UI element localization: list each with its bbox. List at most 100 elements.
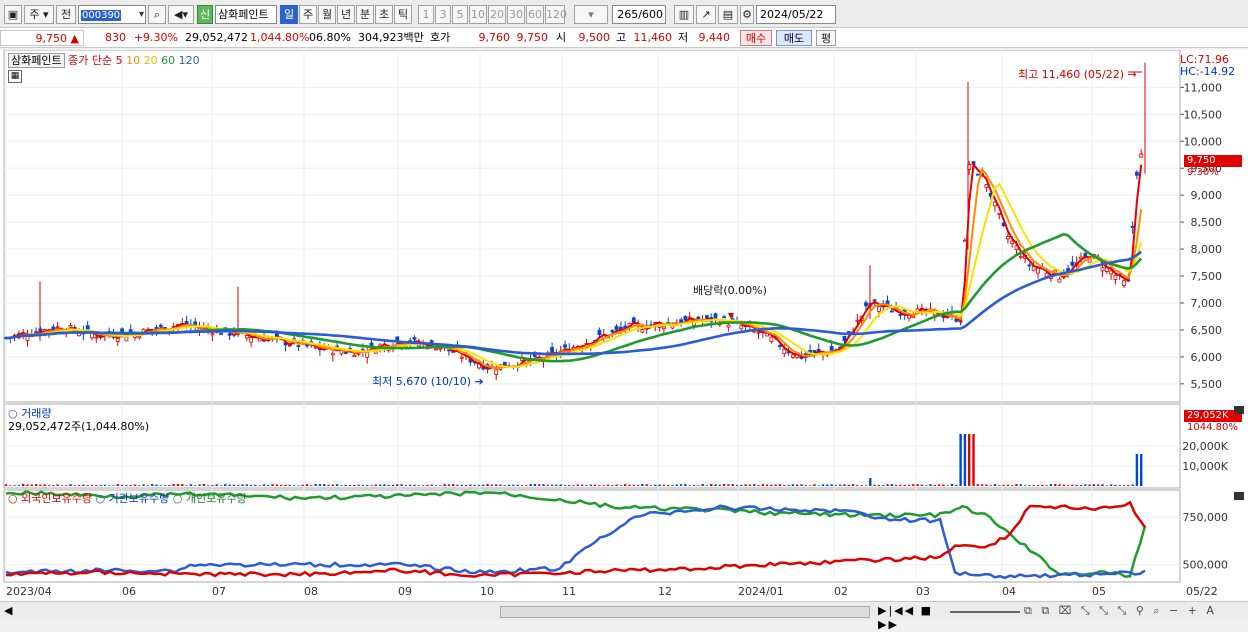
volume-bar (267, 485, 270, 486)
chart-tools[interactable]: ⧉ ⧉ ⌧ ⤡ ⤡ ⤡ ⚲ ⌕ − + A (1024, 604, 1244, 620)
candle-body (963, 239, 967, 242)
zoom-slider[interactable] (950, 611, 1020, 613)
volume-bar (258, 485, 261, 486)
interval-tab-5[interactable]: 5 (452, 5, 468, 24)
volume-bar (722, 484, 726, 486)
volume-bar (443, 484, 446, 486)
interval-tab-1[interactable]: 1 (418, 5, 434, 24)
candle-body (997, 212, 1002, 215)
interval-tab-3[interactable]: 3 (435, 5, 451, 24)
volume-bar (108, 485, 111, 486)
horizontal-scrollbar[interactable] (500, 606, 870, 618)
volume-bar (86, 485, 89, 486)
candle-body (94, 336, 99, 339)
sell-button[interactable]: 매도 (776, 30, 812, 46)
draw-icon[interactable]: ↗ (696, 5, 716, 24)
volume-bar (473, 484, 476, 486)
volume-bar (963, 434, 967, 486)
market-select[interactable]: 주 ▾ (24, 5, 54, 24)
candle-body (249, 337, 254, 343)
price-value: 9,750 (35, 32, 68, 45)
period-tab-2[interactable]: 월 (318, 5, 336, 24)
volume-bar (512, 484, 515, 486)
volume-bar (667, 484, 670, 486)
volume-value: 29,052,472 (185, 31, 248, 44)
date-input[interactable]: 2024/05/22▦ (756, 5, 836, 38)
volume-bar (13, 485, 16, 486)
volume-bar (765, 484, 769, 486)
candle-body (984, 184, 989, 188)
month-label: 10 (480, 585, 494, 598)
interval-tab-30[interactable]: 30 (507, 5, 525, 24)
volume-bar (112, 485, 115, 486)
volume-panel-close-icon[interactable] (1234, 406, 1244, 414)
interval-custom-select[interactable]: ▾ (574, 5, 608, 24)
month-label: 04 (1002, 585, 1016, 598)
interval-tab-10[interactable]: 10 (469, 5, 487, 24)
price-legend: 삼화페인트 종가 단순 5 10 20 60 120 (8, 52, 200, 68)
volume-bar (413, 484, 416, 486)
holding-tick-label: 750,000 (1183, 511, 1229, 524)
window-icon[interactable]: ▣ (4, 5, 22, 24)
interval-tab-60[interactable]: 60 (526, 5, 544, 24)
quote-bar: 9,750 ▲ 830 +9.30% 29,052,472 1,044.80% … (0, 28, 1248, 48)
last-price-badge: 9,750 (1184, 155, 1242, 167)
prev-button[interactable]: 전 (56, 5, 76, 24)
stock-name: 삼화페인트 (215, 5, 277, 24)
price-tick-label: 10,000 (1184, 135, 1223, 148)
volume-bar (1028, 485, 1031, 486)
volume-bar (1019, 484, 1022, 486)
volume-bar (404, 485, 408, 486)
interval-tab-20[interactable]: 20 (488, 5, 506, 24)
holding-panel-close-icon[interactable] (1234, 492, 1244, 500)
interval-tab-120[interactable]: 120 (545, 5, 567, 24)
volume-bar (912, 484, 915, 486)
volume-bar (90, 484, 94, 486)
calculator-icon[interactable]: ▦ (8, 70, 22, 83)
volume-bar (1002, 484, 1005, 486)
volume-bar (740, 484, 743, 486)
chart-area[interactable]: 11,000 10,500 10,000 9,500 9,000 8,500 8,000 7,… (0, 50, 1248, 602)
playback-controls[interactable]: ▶|◀◀ ■ ▶▶ (878, 604, 938, 631)
volume-bar (172, 484, 175, 486)
chart-svg[interactable]: 11,00010,50010,0009,5009,0008,5008,0007,… (0, 50, 1248, 602)
candle-body (494, 369, 499, 375)
dividend-annotation: 배당락(0.00%) (693, 284, 767, 297)
volume-bar (1071, 484, 1074, 486)
volume-bar (791, 484, 795, 486)
candle-body (369, 342, 374, 346)
volume-bar (486, 484, 489, 486)
volume-bar (955, 484, 958, 486)
save-icon[interactable]: ▤ (718, 5, 738, 24)
volume-bar (525, 485, 528, 486)
volume-bar (507, 484, 511, 486)
period-tab-3[interactable]: 년 (337, 5, 355, 24)
buy-button[interactable]: 매수 (740, 30, 772, 46)
volume-bar (69, 484, 72, 486)
volume-bar (950, 484, 954, 486)
volume-bar (1023, 485, 1027, 486)
period-tab-5[interactable]: 초 (375, 5, 393, 24)
period-tab-1[interactable]: 주 (299, 5, 317, 24)
current-price: 9,750 ▲ (0, 30, 84, 46)
volume-bar (559, 484, 562, 486)
gear-icon[interactable]: ⚙ (740, 5, 754, 24)
period-tab-4[interactable]: 분 (356, 5, 374, 24)
search-icon[interactable]: ⌕ (148, 5, 166, 24)
volume-bar (899, 484, 902, 486)
volume-bar (894, 484, 898, 486)
period-tab-6[interactable]: 틱 (394, 5, 412, 24)
ma-label: 종가 단순 (68, 54, 113, 67)
eval-button[interactable]: 평 (816, 30, 836, 46)
volume-bar (727, 484, 730, 486)
quote-label: 호가 (430, 31, 451, 44)
last-pct: 9.30% (1187, 167, 1219, 178)
stock-code-input[interactable]: 000390 ▾ (78, 5, 146, 24)
period-tab-0[interactable]: 일 (280, 5, 298, 24)
volume-bar (181, 484, 184, 486)
candle-icon[interactable]: ▥ (674, 5, 694, 24)
scroll-left-icon[interactable]: ◀ (4, 604, 14, 620)
count-input[interactable]: 265/600 (612, 5, 666, 24)
speaker-icon[interactable]: ◀▾ (168, 5, 194, 24)
volume-bar (546, 484, 549, 486)
